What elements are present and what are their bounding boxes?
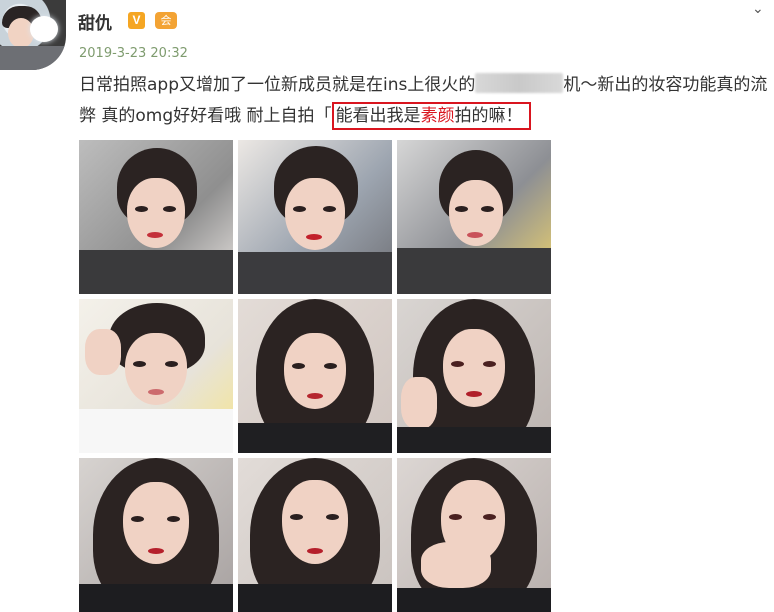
crown-member-icon: 会 <box>155 12 177 29</box>
photo-7[interactable] <box>79 458 233 612</box>
photo-3[interactable] <box>397 140 551 294</box>
blurred-text <box>475 73 564 93</box>
verified-v-icon: V <box>128 12 145 29</box>
author-avatar[interactable] <box>0 0 66 70</box>
photo-1[interactable] <box>79 140 233 294</box>
avatar-cotton-candy <box>30 16 58 42</box>
photo-5[interactable] <box>238 299 392 453</box>
highlight-after: 拍的嘛！ <box>454 106 523 126</box>
post-text-part1: 日常拍照app又增加了一位新成员就是在ins上很火的 <box>79 75 476 95</box>
highlight-red-word: 素颜 <box>420 106 455 126</box>
avatar-shirt <box>0 46 66 70</box>
highlight-before: 能看出我是 <box>335 106 421 126</box>
post-text-part3: 「 <box>314 106 332 126</box>
photo-9[interactable] <box>397 458 551 612</box>
chevron-down-icon[interactable]: ⌄ <box>752 2 764 16</box>
post-text: 日常拍照app又增加了一位新成员就是在ins上很火的 机～新出的妆容功能真的流弊 … <box>79 70 769 132</box>
highlight-box: 能看出我是素颜拍的嘛！ <box>331 102 531 130</box>
post-timestamp[interactable]: 2019-3-23 20:32 <box>79 46 188 61</box>
author-name[interactable]: 甜仇 <box>78 9 112 34</box>
photo-4[interactable] <box>79 299 233 453</box>
photo-grid <box>79 140 553 612</box>
photo-8[interactable] <box>238 458 392 612</box>
photo-2[interactable] <box>238 140 392 294</box>
photo-6[interactable] <box>397 299 551 453</box>
